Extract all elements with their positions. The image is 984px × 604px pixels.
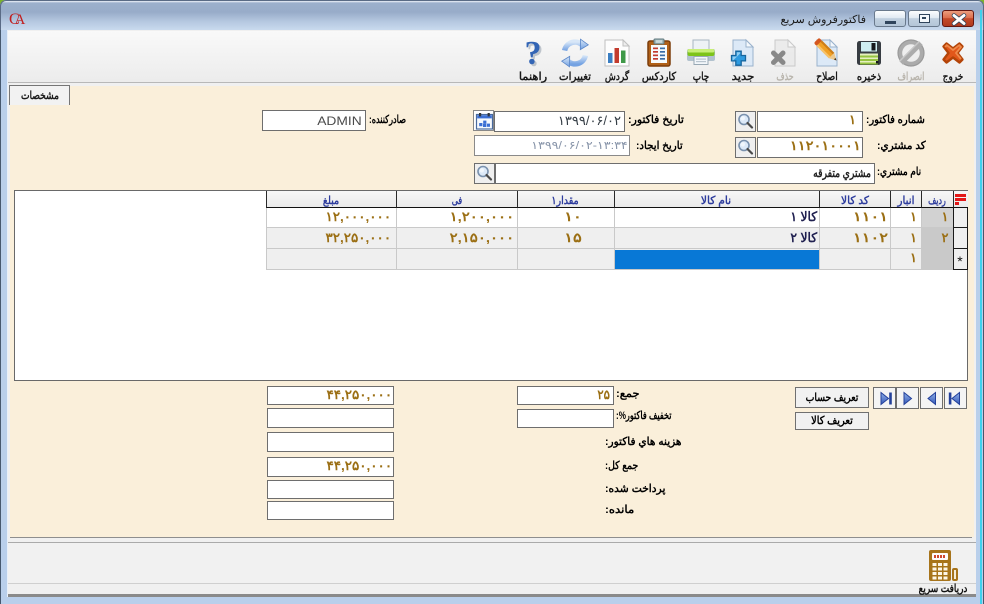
- svg-text:?: ?: [524, 37, 541, 69]
